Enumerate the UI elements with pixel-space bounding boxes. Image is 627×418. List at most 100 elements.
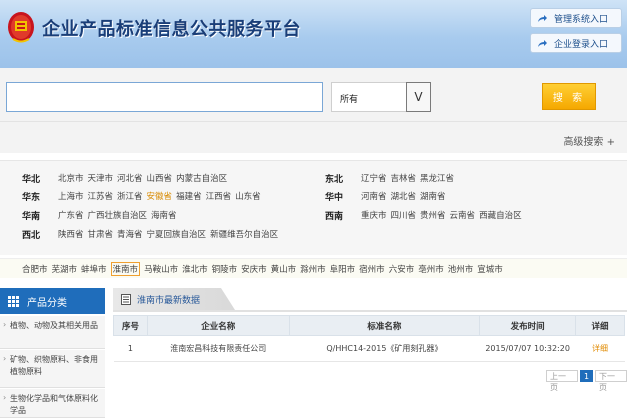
company-name: 淮南宏昌科技有限责任公司 (147, 335, 290, 362)
arrow-share-icon (538, 14, 547, 22)
region-item[interactable]: 福建省 (176, 192, 202, 202)
region-item[interactable]: 安徽省 (147, 192, 173, 202)
advanced-search-row: 高级搜索 + (0, 121, 627, 153)
region-item[interactable]: 河北省 (117, 174, 143, 184)
sidebar-item-minerals-fibers[interactable]: 矿物、织物原料、非食用植物原料 (0, 350, 105, 388)
region-item[interactable]: 浙江省 (117, 192, 143, 202)
region-item[interactable]: 北京市 (58, 174, 84, 184)
region-row: 西南 重庆市 四川省 贵州省 云南省 西藏自治区 (325, 208, 526, 222)
sidebar-header: 产品分类 (0, 288, 105, 314)
region-item[interactable]: 广东省 (58, 211, 84, 221)
region-item[interactable]: 湖南省 (420, 192, 446, 202)
city-item[interactable]: 淮北市 (182, 263, 208, 275)
table-header-row: 序号 企业名称 标准名称 发布时间 详细 (113, 315, 625, 336)
site-header: 企业产品标准信息公共服务平台 管理系统入口 企业登录入口 (0, 0, 627, 68)
region-name: 西北 (22, 230, 41, 241)
current-page[interactable]: 1 (579, 370, 594, 382)
admin-system-entry-button[interactable]: 管理系统入口 (530, 8, 622, 28)
city-item[interactable]: 黄山市 (271, 263, 297, 275)
document-icon (121, 293, 131, 305)
prev-page-button[interactable]: 上一页 (546, 370, 578, 392)
region-item[interactable]: 重庆市 (361, 211, 387, 221)
category-select-value: 所有 (340, 95, 359, 105)
city-item[interactable]: 六安市 (389, 263, 415, 275)
region-item[interactable]: 山东省 (235, 192, 261, 202)
city-item[interactable]: 芜湖市 (52, 263, 78, 275)
pagination: 上一页 1 下一页 (546, 370, 627, 392)
next-page-button[interactable]: 下一页 (595, 370, 627, 392)
region-name: 华南 (22, 211, 41, 222)
company-login-entry-button[interactable]: 企业登录入口 (530, 33, 622, 53)
region-item[interactable]: 江西省 (206, 192, 232, 202)
region-item[interactable]: 青海省 (117, 230, 143, 240)
region-row: 东北 辽宁省 吉林省 黑龙江省 (325, 171, 458, 185)
column-header: 序号 (113, 315, 148, 336)
detail-link[interactable]: 详细 (575, 335, 625, 362)
region-item[interactable]: 内蒙古自治区 (176, 174, 227, 184)
column-header: 发布时间 (479, 315, 577, 336)
column-header: 详细 (575, 315, 625, 336)
column-header: 企业名称 (146, 315, 290, 336)
region-name: 华中 (325, 192, 344, 203)
admin-system-entry-label: 管理系统入口 (554, 14, 609, 25)
region-item[interactable]: 上海市 (58, 192, 84, 202)
region-selector: 华北 北京市 天津市 河北省 山西省 内蒙古自治区 东北 辽宁省 吉林省 黑龙江省 华东 上… (0, 160, 627, 255)
search-area: 所有 V 搜 索 高级搜索 + (0, 68, 627, 153)
sidebar-item-plants-animals[interactable]: 植物、动物及其相关用品 (0, 316, 105, 349)
region-item[interactable]: 甘肃省 (88, 230, 114, 240)
region-item[interactable]: 云南省 (450, 211, 476, 221)
city-item[interactable]: 马鞍山市 (144, 263, 178, 275)
city-selector: 合肥市 芜湖市 蚌埠市 淮南市 马鞍山市 淮北市 铜陵市 安庆市 黄山市 滁州市 阜阳市 宿州市 六安市… (0, 258, 627, 278)
region-item[interactable]: 宁夏回族自治区 (147, 230, 207, 240)
row-number: 1 (113, 335, 148, 362)
region-item[interactable]: 西藏自治区 (479, 211, 522, 221)
region-item[interactable]: 河南省 (361, 192, 387, 202)
region-item[interactable]: 海南省 (151, 211, 177, 221)
latest-data-title: 淮南市最新数据 (137, 295, 201, 306)
sidebar-title: 产品分类 (27, 297, 67, 309)
grid-icon (8, 295, 19, 307)
region-item[interactable]: 江苏省 (88, 192, 114, 202)
region-item[interactable]: 天津市 (88, 174, 114, 184)
region-item[interactable]: 黑龙江省 (420, 174, 454, 184)
region-row: 华东 上海市 江苏省 浙江省 安徽省 福建省 江西省 山东省 (22, 189, 265, 203)
city-item[interactable]: 铜陵市 (212, 263, 238, 275)
city-item[interactable]: 滁州市 (300, 263, 326, 275)
sidebar-item-biochemicals[interactable]: 生物化学品和气体原料化学品 (0, 389, 105, 418)
region-item[interactable]: 吉林省 (391, 174, 417, 184)
standard-name: Q/HHC14-2015《矿用刻孔器》 (289, 335, 480, 362)
search-input[interactable] (6, 82, 323, 112)
chevron-down-icon[interactable]: V (406, 82, 431, 112)
region-name: 华北 (22, 174, 41, 185)
city-item[interactable]: 蚌埠市 (81, 263, 107, 275)
company-login-entry-label: 企业登录入口 (554, 39, 609, 50)
region-item[interactable]: 新疆维吾尔自治区 (210, 230, 278, 240)
region-name: 华东 (22, 192, 41, 203)
region-item[interactable]: 山西省 (147, 174, 173, 184)
advanced-search-link[interactable]: 高级搜索 + (563, 133, 615, 148)
city-item[interactable]: 池州市 (448, 263, 474, 275)
region-item[interactable]: 广西壮族自治区 (88, 211, 148, 221)
city-item[interactable]: 安庆市 (241, 263, 267, 275)
region-row: 华南 广东省 广西壮族自治区 海南省 (22, 208, 181, 222)
region-name: 东北 (325, 174, 344, 185)
city-item[interactable]: 宿州市 (359, 263, 385, 275)
city-item[interactable]: 淮南市 (110, 261, 141, 276)
region-name: 西南 (325, 211, 344, 222)
city-item[interactable]: 宣城市 (477, 263, 503, 275)
arrow-share-icon (538, 39, 547, 47)
latest-data-tab: 淮南市最新数据 (113, 288, 235, 310)
city-item[interactable]: 合肥市 (22, 263, 48, 275)
region-row: 华北 北京市 天津市 河北省 山西省 内蒙古自治区 (22, 171, 231, 185)
city-item[interactable]: 阜阳市 (330, 263, 356, 275)
table-row: 1 淮南宏昌科技有限责任公司 Q/HHC14-2015《矿用刻孔器》 2015/… (113, 335, 625, 362)
region-item[interactable]: 湖北省 (391, 192, 417, 202)
region-item[interactable]: 四川省 (391, 211, 417, 221)
city-item[interactable]: 亳州市 (418, 263, 444, 275)
region-item[interactable]: 辽宁省 (361, 174, 387, 184)
region-row: 华中 河南省 湖北省 湖南省 (325, 189, 450, 203)
region-item[interactable]: 贵州省 (420, 211, 446, 221)
column-header: 标准名称 (288, 315, 481, 336)
region-item[interactable]: 陕西省 (58, 230, 84, 240)
search-button[interactable]: 搜 索 (542, 83, 596, 110)
